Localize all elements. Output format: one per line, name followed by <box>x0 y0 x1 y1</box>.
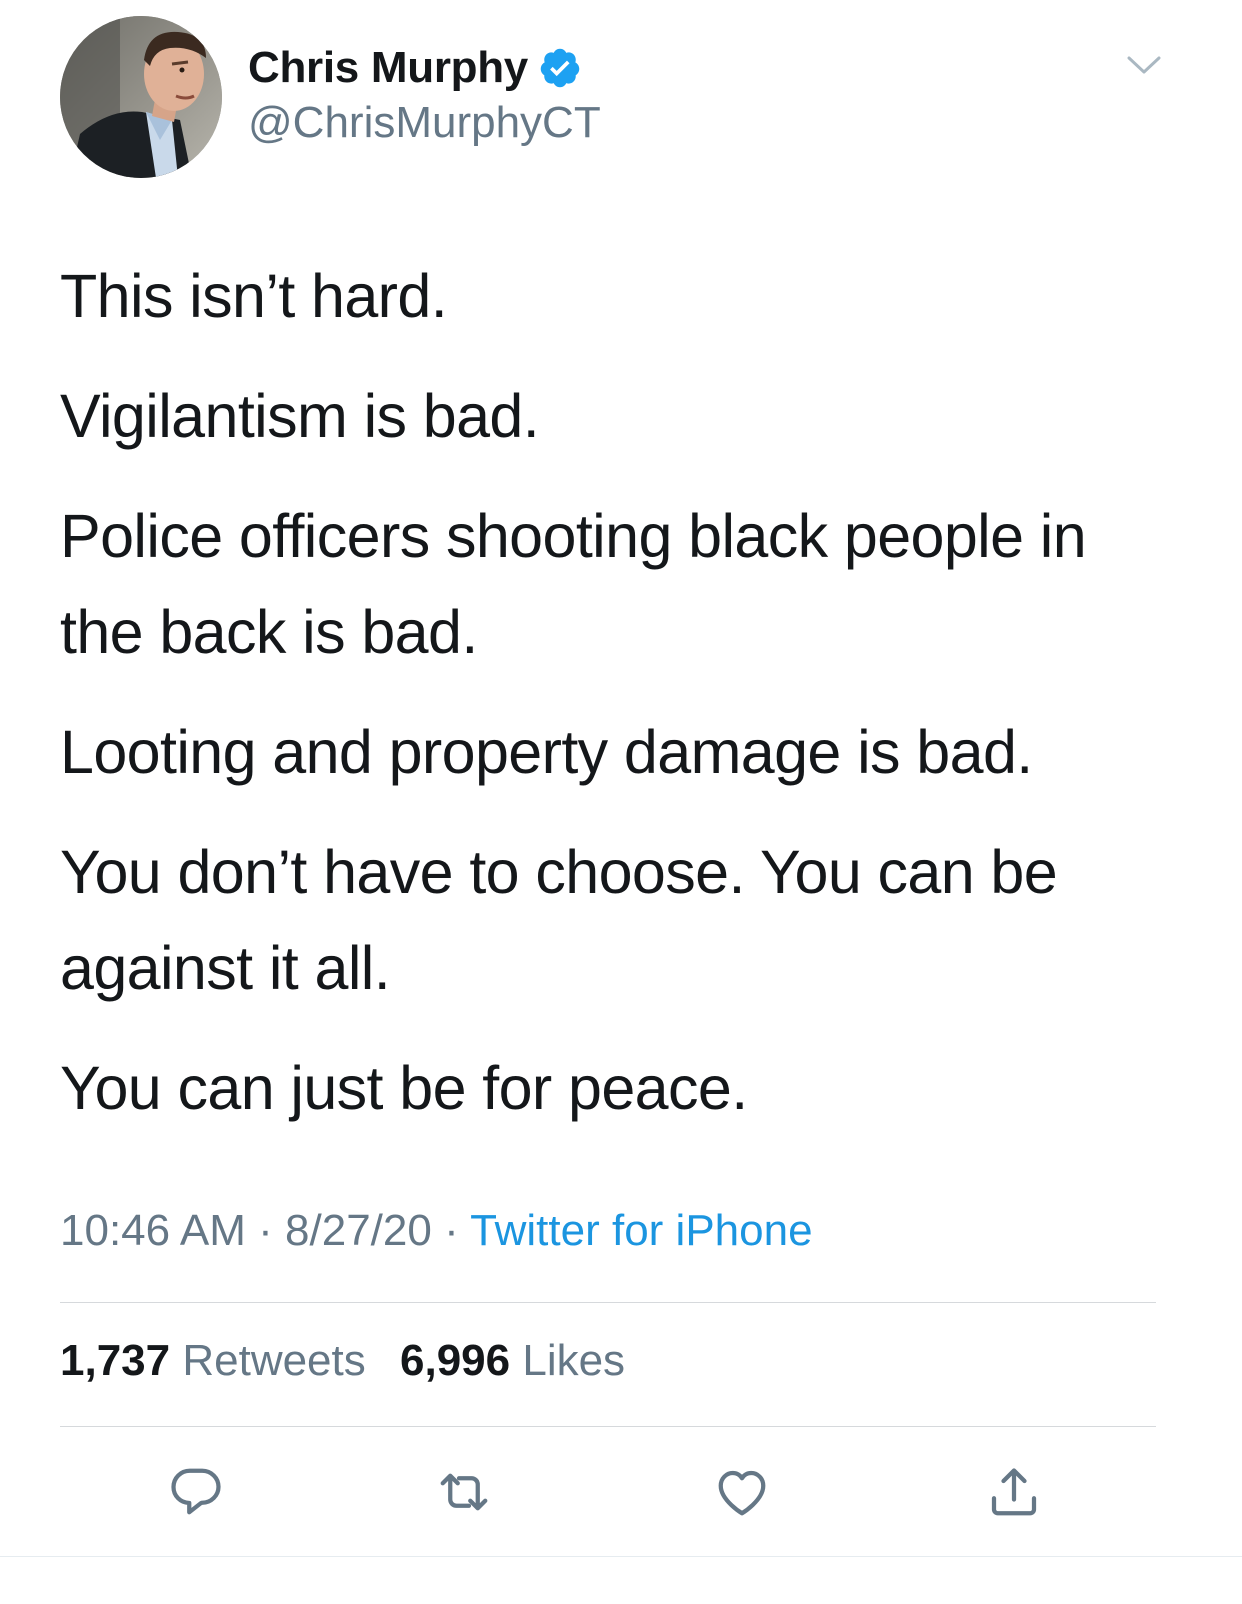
meta-separator: · <box>444 1206 459 1255</box>
tweet-paragraph: This isn’t hard. <box>60 262 448 330</box>
tweet-time[interactable]: 10:46 AM <box>60 1206 246 1255</box>
reply-icon[interactable] <box>166 1462 226 1522</box>
verified-badge-icon <box>538 46 582 90</box>
author-handle[interactable]: @ChrisMurphyCT <box>248 98 601 148</box>
tweet-detail: Chris Murphy @ChrisMurphyCT This isn’t h… <box>0 0 1242 1604</box>
retweets-count: 1,737 <box>60 1336 171 1385</box>
retweets-label: Retweets <box>182 1336 366 1385</box>
retweet-icon[interactable] <box>434 1462 494 1522</box>
divider <box>60 1302 1156 1303</box>
tweet-meta: 10:46 AM · 8/27/20 · Twitter for iPhone <box>60 1206 813 1256</box>
tweet-paragraph: Vigilantism is bad. <box>60 382 540 450</box>
tweet-paragraph: Looting and property damage is bad. <box>60 718 1033 786</box>
likes-stat[interactable]: 6,996 Likes <box>400 1336 625 1385</box>
heart-icon[interactable] <box>712 1462 772 1522</box>
tweet-paragraph: You don’t have to choose. You can be aga… <box>60 838 1058 1002</box>
likes-label: Likes <box>522 1336 626 1385</box>
author-name-row[interactable]: Chris Murphy <box>248 38 582 98</box>
tweet-stats: 1,737 Retweets 6,996 Likes <box>60 1336 647 1386</box>
divider <box>60 1426 1156 1427</box>
likes-count: 6,996 <box>400 1336 511 1385</box>
tweet-paragraph: Police officers shooting black people in… <box>60 502 1087 666</box>
tweet-paragraph: You can just be for peace. <box>60 1054 748 1122</box>
chevron-down-icon[interactable] <box>1126 50 1162 80</box>
avatar[interactable] <box>60 16 222 178</box>
tweet-text: This isn’t hard. Vigilantism is bad. Pol… <box>60 248 1180 1160</box>
retweets-stat[interactable]: 1,737 Retweets <box>60 1336 378 1385</box>
author-display-name[interactable]: Chris Murphy <box>248 43 528 93</box>
tweet-date[interactable]: 8/27/20 <box>285 1206 432 1255</box>
divider <box>0 1556 1242 1557</box>
tweet-source-link[interactable]: Twitter for iPhone <box>470 1206 812 1255</box>
meta-separator: · <box>258 1206 273 1255</box>
share-icon[interactable] <box>984 1462 1044 1522</box>
avatar-photo <box>60 16 222 178</box>
